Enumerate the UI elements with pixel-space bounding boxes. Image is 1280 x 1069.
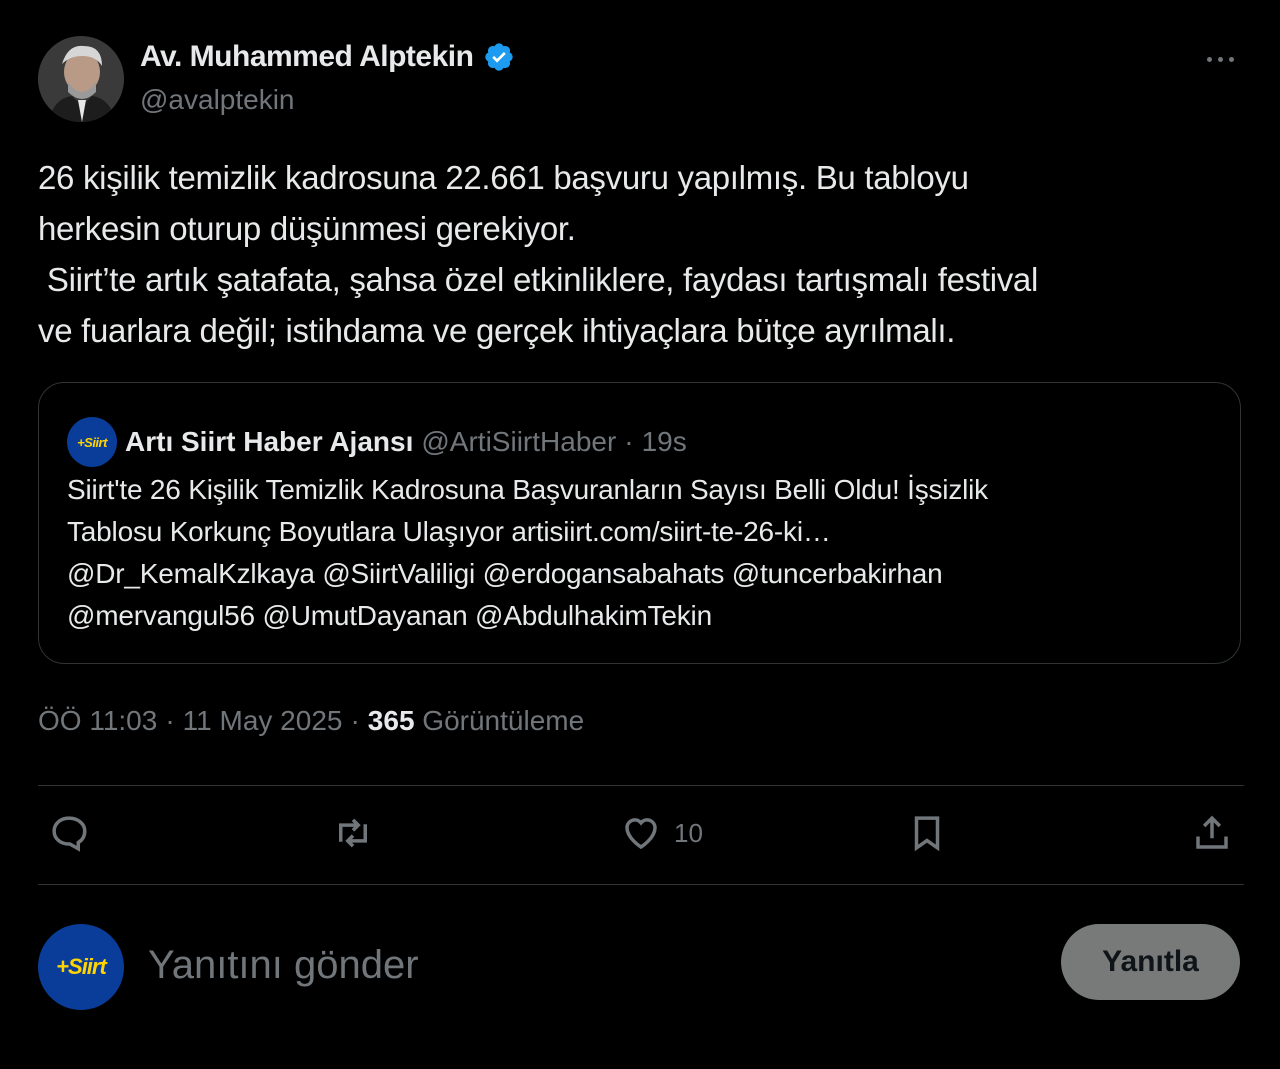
quoted-line: @mervangul56 @UmutDayanan @AbdulhakimTek… <box>67 600 712 631</box>
tweet-text: 26 kişilik temizlik kadrosuna 22.661 baş… <box>38 152 1248 356</box>
bookmark-button[interactable] <box>906 812 948 854</box>
tweet-time[interactable]: ÖÖ 11:03 <box>38 705 157 737</box>
retweet-icon <box>339 818 367 848</box>
comment-icon <box>52 816 87 852</box>
meta-separator: · <box>350 705 360 736</box>
quoted-tweet[interactable]: +Siirt Artı Siirt Haber Ajansı @ArtiSiir… <box>38 382 1241 664</box>
tweet-line: 26 kişilik temizlik kadrosuna 22.661 baş… <box>38 159 969 196</box>
meta-separator: · <box>165 705 175 736</box>
tweet-meta: ÖÖ 11:03 · 11 May 2025 · 365 Görüntüleme <box>38 705 584 737</box>
quoted-avatar-logo-text: +Siirt <box>77 434 107 450</box>
current-user-avatar[interactable]: +Siirt <box>38 924 124 1010</box>
heart-icon <box>625 818 657 850</box>
current-user-logo-text: +Siirt <box>56 954 107 979</box>
views-count: 365 <box>367 705 415 736</box>
quoted-line: Tablosu Korkunç Boyutlara Ulaşıyor artis… <box>67 516 831 547</box>
tweet-actions: 10 <box>38 786 1244 884</box>
tweet-line: herkesin oturup düşünmesi gerekiyor. <box>38 210 576 247</box>
quoted-tweet-header: +Siirt Artı Siirt Haber Ajansı @ArtiSiir… <box>67 417 687 467</box>
tweet-line: Siirt’te artık şatafata, şahsa özel etki… <box>38 261 1039 298</box>
more-dot-icon <box>1228 56 1234 62</box>
author-name-text[interactable]: Av. Muhammed Alptekin <box>140 40 474 74</box>
share-button[interactable] <box>1191 812 1233 854</box>
like-count: 10 <box>674 817 703 848</box>
reply-submit-button[interactable]: Yanıtla <box>1061 924 1240 1000</box>
quoted-separator: · <box>624 426 634 457</box>
author-avatar[interactable] <box>38 36 124 122</box>
author-name[interactable]: Av. Muhammed Alptekin <box>140 40 515 74</box>
quoted-author-name: Artı Siirt Haber Ajansı <box>125 426 414 457</box>
tweet-date[interactable]: 11 May 2025 <box>183 705 343 737</box>
like-button[interactable]: 10 <box>620 812 703 854</box>
views-label: Görüntüleme <box>422 705 585 736</box>
more-options-button[interactable] <box>1200 44 1240 74</box>
more-dot-icon <box>1206 56 1212 62</box>
quoted-line: @Dr_KemalKzlkaya @SiirtValiligi @erdogan… <box>67 558 943 589</box>
bookmark-icon <box>914 816 940 852</box>
more-dot-icon <box>1217 56 1223 62</box>
reply-button[interactable] <box>48 812 90 854</box>
quoted-author-handle: @ArtiSiirtHaber <box>421 426 617 457</box>
quoted-author-avatar: +Siirt <box>67 417 117 467</box>
divider <box>38 884 1244 885</box>
quoted-time: 19s <box>641 426 687 457</box>
share-icon <box>1196 815 1228 849</box>
reply-input[interactable] <box>146 936 1030 994</box>
author-handle[interactable]: @avalptekin <box>140 84 295 116</box>
retweet-button[interactable] <box>332 812 374 854</box>
tweet-line: ve fuarlara değil; istihdama ve gerçek i… <box>38 312 956 349</box>
verified-badge-icon <box>485 43 514 71</box>
quoted-line: Siirt'te 26 Kişilik Temizlik Kadrosuna B… <box>67 474 988 505</box>
views[interactable]: 365 Görüntüleme <box>368 705 584 737</box>
quoted-tweet-text: Siirt'te 26 Kişilik Temizlik Kadrosuna B… <box>67 469 1217 637</box>
